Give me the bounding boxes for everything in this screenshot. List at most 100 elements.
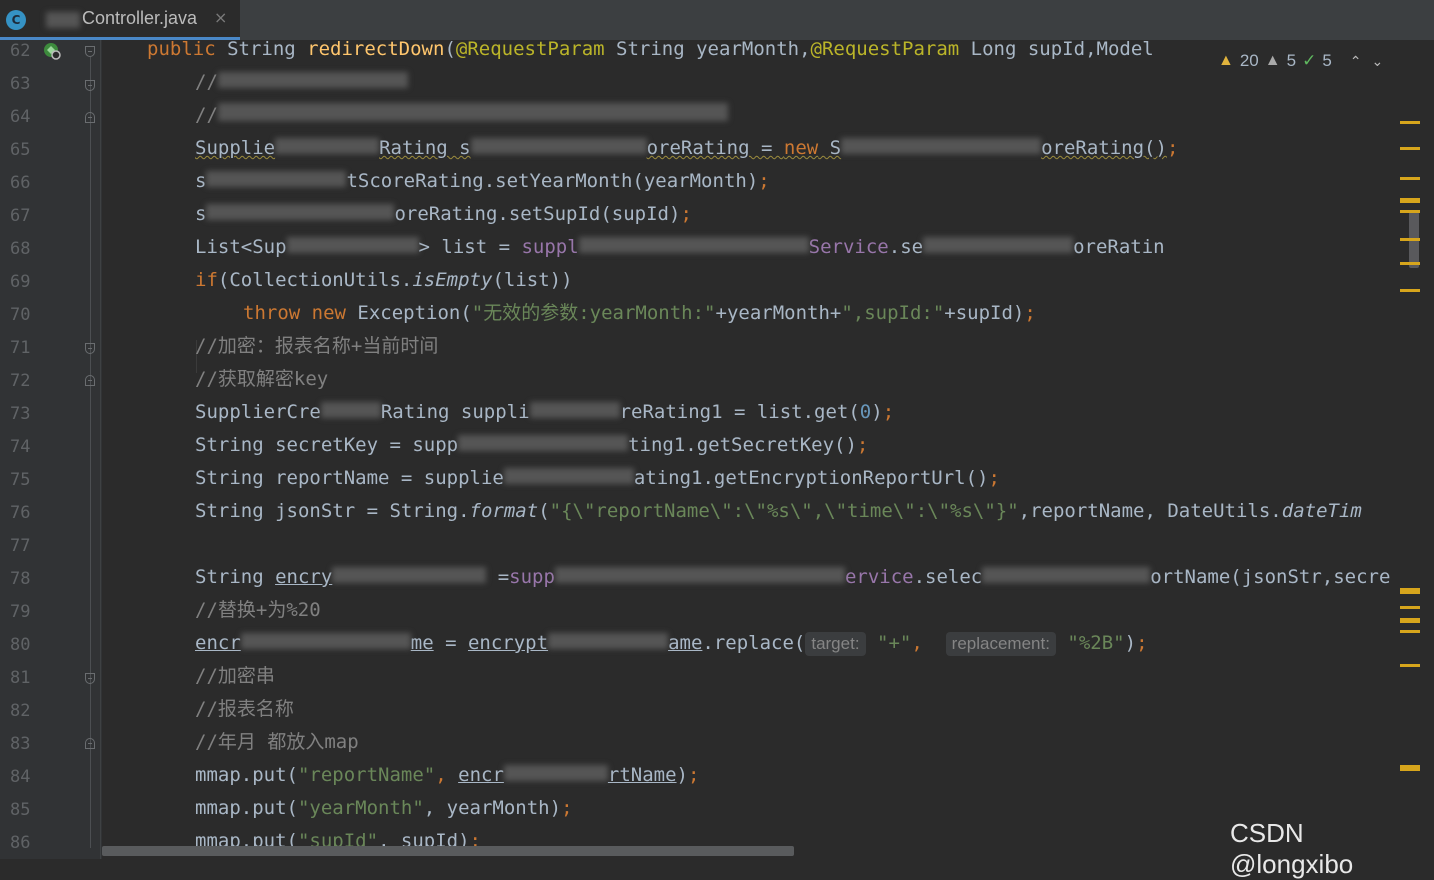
- warning-marker[interactable]: [1400, 289, 1420, 292]
- fold-marker[interactable]: [85, 343, 95, 354]
- code-editor[interactable]: public String redirectDown(@RequestParam…: [102, 40, 1420, 859]
- redacted-text: [286, 237, 419, 253]
- line-number: 71: [10, 338, 31, 358]
- tab-label: Controller.java: [82, 8, 198, 28]
- redacted-text: [206, 204, 395, 220]
- gutter-divider: [100, 40, 101, 859]
- horizontal-scrollbar-thumb[interactable]: [102, 846, 794, 856]
- code-line-85: mmap.put("yearMonth", yearMonth);: [195, 797, 573, 819]
- warning-marker[interactable]: [1400, 238, 1420, 241]
- line-number: 62: [10, 41, 31, 61]
- line-number: 76: [10, 503, 31, 523]
- previous-highlight-icon[interactable]: ⌃: [1350, 53, 1362, 70]
- code-line-78: String encry =supp ervice.selec ortName(js…: [195, 566, 1391, 588]
- weak-warning-icon: ▲: [1264, 52, 1281, 69]
- warning-marker[interactable]: [1400, 262, 1420, 265]
- close-icon[interactable]: ×: [214, 8, 227, 27]
- code-line-68: List<Sup > list = suppl Service.se oreRatin: [195, 236, 1165, 258]
- code-line-80: encr me = encrypt ame.replace(target: "+",…: [195, 632, 1148, 656]
- code-line-66: s tScoreRating.setYearMonth(yearMonth);: [195, 170, 770, 192]
- fold-marker[interactable]: [85, 375, 95, 386]
- line-number: 86: [10, 833, 31, 853]
- java-class-icon: C: [6, 10, 26, 30]
- line-number: 73: [10, 404, 31, 424]
- line-number: 74: [10, 437, 31, 457]
- warning-icon: ▲: [1218, 52, 1234, 69]
- line-number: 67: [10, 206, 31, 226]
- line-number: 77: [10, 536, 31, 556]
- line-number: 79: [10, 602, 31, 622]
- code-line-71: //加密：报表名称+当前时间: [195, 335, 439, 357]
- code-line-82: //报表名称: [195, 698, 294, 720]
- error-stripe[interactable]: [1420, 40, 1434, 859]
- line-number: 85: [10, 800, 31, 820]
- warning-marker[interactable]: [1400, 630, 1420, 633]
- line-number: 83: [10, 734, 31, 754]
- warning-marker[interactable]: [1400, 765, 1420, 771]
- warning-marker[interactable]: [1400, 198, 1420, 203]
- line-number: 68: [10, 239, 31, 259]
- redacted-text: [923, 237, 1074, 253]
- fold-marker[interactable]: [85, 673, 95, 684]
- line-number: 78: [10, 569, 31, 589]
- line-number: 64: [10, 107, 31, 127]
- tab-controller-java[interactable]: C Controller.java ×: [0, 0, 240, 40]
- editor-tab-bar: C Controller.java ×: [0, 0, 1434, 40]
- code-line-70: throw new Exception("无效的参数:yearMonth:"+y…: [243, 302, 1036, 324]
- warning-marker[interactable]: [1400, 147, 1420, 150]
- code-line-64: //: [195, 99, 728, 132]
- code-line-74: String secretKey = supp ting1.getSecretKe…: [195, 434, 869, 456]
- code-line-62: public String redirectDown(@RequestParam…: [147, 40, 1154, 60]
- redacted-text: [458, 435, 629, 451]
- redacted-text: [46, 12, 80, 28]
- redacted-text: [275, 138, 380, 154]
- redacted-text: [332, 567, 487, 583]
- redacted-text: [982, 567, 1151, 583]
- warning-marker[interactable]: [1400, 618, 1420, 623]
- redacted-text: [578, 237, 809, 253]
- redacted-text: [320, 402, 381, 418]
- warning-marker[interactable]: [1400, 210, 1420, 213]
- code-line-81: //加密串: [195, 665, 275, 687]
- code-line-65: Supplie Rating s oreRating = new SoreRatin…: [195, 137, 1179, 159]
- redacted-text: [470, 138, 647, 154]
- redacted-text: [217, 103, 728, 121]
- code-line-83: //年月 都放入map: [195, 731, 359, 753]
- warning-marker[interactable]: [1400, 606, 1420, 609]
- fold-marker[interactable]: [85, 46, 95, 57]
- line-number: 69: [10, 272, 31, 292]
- warning-marker[interactable]: [1400, 121, 1420, 124]
- warning-marker[interactable]: [1400, 588, 1420, 594]
- typo-check-icon: ✓: [1302, 51, 1317, 70]
- line-number: 80: [10, 635, 31, 655]
- redacted-text: [217, 72, 408, 88]
- line-number: 63: [10, 74, 31, 94]
- param-hint-target: target:: [805, 632, 866, 656]
- redacted-text: [503, 468, 634, 484]
- line-number: 66: [10, 173, 31, 193]
- param-hint-replacement: replacement:: [945, 632, 1056, 656]
- redacted-text: [554, 567, 845, 583]
- line-number: 72: [10, 371, 31, 391]
- line-number: 70: [10, 305, 31, 325]
- watermark: CSDN @longxibo: [1230, 818, 1354, 879]
- warning-marker[interactable]: [1400, 664, 1420, 667]
- fold-marker[interactable]: [85, 112, 95, 123]
- redacted-text: [529, 402, 620, 418]
- redacted-text: [206, 171, 347, 187]
- fold-marker[interactable]: [85, 738, 95, 749]
- next-highlight-icon[interactable]: ⌄: [1372, 53, 1384, 70]
- code-line-63: //: [195, 66, 408, 99]
- code-line-73: SupplierCre Rating suppli reRating1 = list…: [195, 401, 895, 423]
- warning-marker[interactable]: [1400, 177, 1420, 180]
- request-mapping-icon[interactable]: [42, 41, 62, 61]
- line-number: 82: [10, 701, 31, 721]
- typo-count: 5: [1322, 51, 1332, 70]
- inspection-widget[interactable]: ▲ 20 ▲ 5 ✓ 5 ⌃ ⌄: [1212, 48, 1390, 74]
- code-line-69: if(CollectionUtils.isEmpty(list)): [195, 269, 573, 291]
- fold-marker[interactable]: [85, 80, 95, 91]
- fold-guide: [90, 57, 91, 848]
- redacted-text: [841, 138, 1042, 154]
- line-number: 65: [10, 140, 31, 160]
- code-line-79: //替换+为%20: [195, 599, 321, 621]
